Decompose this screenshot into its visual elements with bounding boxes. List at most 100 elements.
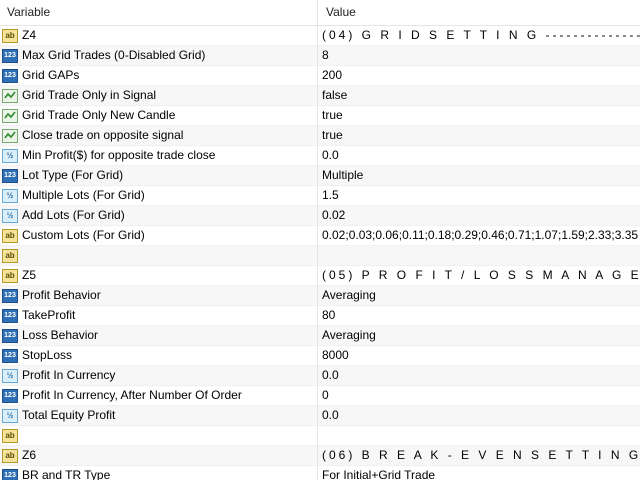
value-cell[interactable]: 1.5 bbox=[318, 186, 640, 205]
variable-cell: ab bbox=[0, 246, 318, 265]
value-cell[interactable]: 80 bbox=[318, 306, 640, 325]
integer-type-icon: 123 bbox=[2, 48, 18, 63]
table-row[interactable]: 123 BR and TR Type For Initial+Grid Trade bbox=[0, 466, 640, 480]
table-row[interactable]: 123 Grid GAPs 200 bbox=[0, 66, 640, 86]
value-cell[interactable]: Averaging bbox=[318, 326, 640, 345]
boolean-type-icon bbox=[2, 128, 18, 143]
value-cell[interactable]: (06) B R E A K - E V E N S E T T I N G S… bbox=[318, 446, 640, 465]
value-cell[interactable]: 0 bbox=[318, 386, 640, 405]
double-type-icon: ½ bbox=[2, 188, 18, 203]
variable-cell: 123 Max Grid Trades (0-Disabled Grid) bbox=[0, 46, 318, 65]
table-row[interactable]: ab bbox=[0, 246, 640, 266]
integer-type-icon: 123 bbox=[2, 388, 18, 403]
variable-cell: ab Z6 bbox=[0, 446, 318, 465]
variable-name: Profit In Currency bbox=[22, 368, 116, 382]
table-row[interactable]: ab Z4 (04) G R I D S E T T I N G ---------… bbox=[0, 26, 640, 46]
boolean-type-icon bbox=[2, 88, 18, 103]
variable-name: Z5 bbox=[22, 268, 37, 282]
inputs-grid: Variable Value ab Z4 (04) G R I D S E T T … bbox=[0, 0, 640, 480]
table-row[interactable]: ½ Min Profit($) for opposite trade close 0… bbox=[0, 146, 640, 166]
value-cell[interactable]: true bbox=[318, 126, 640, 145]
table-row[interactable]: ab Custom Lots (For Grid) 0.02;0.03;0.06;0… bbox=[0, 226, 640, 246]
variable-name: BR and TR Type bbox=[22, 468, 111, 480]
table-row[interactable]: ½ Profit In Currency 0.0 bbox=[0, 366, 640, 386]
variable-name: Loss Behavior bbox=[22, 328, 99, 342]
value-cell[interactable]: Multiple bbox=[318, 166, 640, 185]
string-type-icon: ab bbox=[2, 448, 18, 463]
value-cell[interactable]: (04) G R I D S E T T I N G -------------… bbox=[318, 26, 640, 45]
variable-name: Total Equity Profit bbox=[22, 408, 116, 422]
variable-cell: 123 Grid GAPs bbox=[0, 66, 318, 85]
variable-cell: Grid Trade Only New Candle bbox=[0, 106, 318, 125]
variable-cell: 123 StopLoss bbox=[0, 346, 318, 365]
integer-type-icon: 123 bbox=[2, 68, 18, 83]
variable-cell: 123 Profit Behavior bbox=[0, 286, 318, 305]
grid-rows: ab Z4 (04) G R I D S E T T I N G ---------… bbox=[0, 26, 640, 480]
variable-cell: ab bbox=[0, 426, 318, 445]
variable-cell: 123 TakeProfit bbox=[0, 306, 318, 325]
variable-name: Profit Behavior bbox=[22, 288, 101, 302]
value-cell[interactable]: 8 bbox=[318, 46, 640, 65]
variable-name: Max Grid Trades (0-Disabled Grid) bbox=[22, 48, 206, 62]
table-row[interactable]: ab Z5 (05) P R O F I T / L O S S M A N A G… bbox=[0, 266, 640, 286]
string-type-icon: ab bbox=[2, 268, 18, 283]
double-type-icon: ½ bbox=[2, 368, 18, 383]
table-row[interactable]: ½ Multiple Lots (For Grid) 1.5 bbox=[0, 186, 640, 206]
integer-type-icon: 123 bbox=[2, 168, 18, 183]
string-type-icon: ab bbox=[2, 248, 18, 263]
variable-name: Close trade on opposite signal bbox=[22, 128, 184, 142]
variable-name: Grid Trade Only in Signal bbox=[22, 88, 157, 102]
value-cell[interactable]: Averaging bbox=[318, 286, 640, 305]
value-cell[interactable]: 8000 bbox=[318, 346, 640, 365]
table-row[interactable]: 123 TakeProfit 80 bbox=[0, 306, 640, 326]
table-row[interactable]: 123 StopLoss 8000 bbox=[0, 346, 640, 366]
value-cell[interactable]: 0.0 bbox=[318, 406, 640, 425]
variable-name: Grid Trade Only New Candle bbox=[22, 108, 176, 122]
variable-cell: 123 BR and TR Type bbox=[0, 466, 318, 480]
variable-name: Profit In Currency, After Number Of Orde… bbox=[22, 388, 242, 402]
table-row[interactable]: 123 Profit In Currency, After Number Of O… bbox=[0, 386, 640, 406]
value-cell[interactable] bbox=[318, 426, 640, 445]
table-row[interactable]: ½ Add Lots (For Grid) 0.02 bbox=[0, 206, 640, 226]
variable-name: Z6 bbox=[22, 448, 37, 462]
column-header-value[interactable]: Value bbox=[318, 0, 640, 25]
value-cell[interactable]: 200 bbox=[318, 66, 640, 85]
table-row[interactable]: 123 Max Grid Trades (0-Disabled Grid) 8 bbox=[0, 46, 640, 66]
value-cell[interactable]: true bbox=[318, 106, 640, 125]
integer-type-icon: 123 bbox=[2, 288, 18, 303]
table-row[interactable]: 123 Lot Type (For Grid) Multiple bbox=[0, 166, 640, 186]
variable-cell: 123 Lot Type (For Grid) bbox=[0, 166, 318, 185]
variable-cell: ½ Total Equity Profit bbox=[0, 406, 318, 425]
variable-name: TakeProfit bbox=[22, 308, 76, 322]
table-row[interactable]: ½ Total Equity Profit 0.0 bbox=[0, 406, 640, 426]
table-row[interactable]: Grid Trade Only New Candle true bbox=[0, 106, 640, 126]
table-row[interactable]: Grid Trade Only in Signal false bbox=[0, 86, 640, 106]
column-header-variable[interactable]: Variable bbox=[0, 0, 318, 25]
value-cell[interactable]: For Initial+Grid Trade bbox=[318, 466, 640, 480]
variable-name: Multiple Lots (For Grid) bbox=[22, 188, 145, 202]
variable-name: Custom Lots (For Grid) bbox=[22, 228, 145, 242]
table-row[interactable]: Close trade on opposite signal true bbox=[0, 126, 640, 146]
integer-type-icon: 123 bbox=[2, 468, 18, 480]
value-cell[interactable]: 0.0 bbox=[318, 146, 640, 165]
table-row[interactable]: ab bbox=[0, 426, 640, 446]
table-row[interactable]: 123 Loss Behavior Averaging bbox=[0, 326, 640, 346]
variable-name: StopLoss bbox=[22, 348, 73, 362]
table-row[interactable]: ab Z6 (06) B R E A K - E V E N S E T T I N… bbox=[0, 446, 640, 466]
value-cell[interactable]: false bbox=[318, 86, 640, 105]
table-row[interactable]: 123 Profit Behavior Averaging bbox=[0, 286, 640, 306]
variable-name: Grid GAPs bbox=[22, 68, 80, 82]
double-type-icon: ½ bbox=[2, 408, 18, 423]
variable-name: Lot Type (For Grid) bbox=[22, 168, 124, 182]
variable-cell: ab Z4 bbox=[0, 26, 318, 45]
value-cell[interactable]: 0.0 bbox=[318, 366, 640, 385]
variable-name: Z4 bbox=[22, 28, 37, 42]
string-type-icon: ab bbox=[2, 228, 18, 243]
value-cell[interactable]: 0.02;0.03;0.06;0.11;0.18;0.29;0.46;0.71;… bbox=[318, 226, 640, 245]
string-type-icon: ab bbox=[2, 428, 18, 443]
value-cell[interactable]: (05) P R O F I T / L O S S M A N A G E M… bbox=[318, 266, 640, 285]
value-cell[interactable]: 0.02 bbox=[318, 206, 640, 225]
variable-cell: ½ Profit In Currency bbox=[0, 366, 318, 385]
variable-cell: Close trade on opposite signal bbox=[0, 126, 318, 145]
value-cell[interactable] bbox=[318, 246, 640, 265]
